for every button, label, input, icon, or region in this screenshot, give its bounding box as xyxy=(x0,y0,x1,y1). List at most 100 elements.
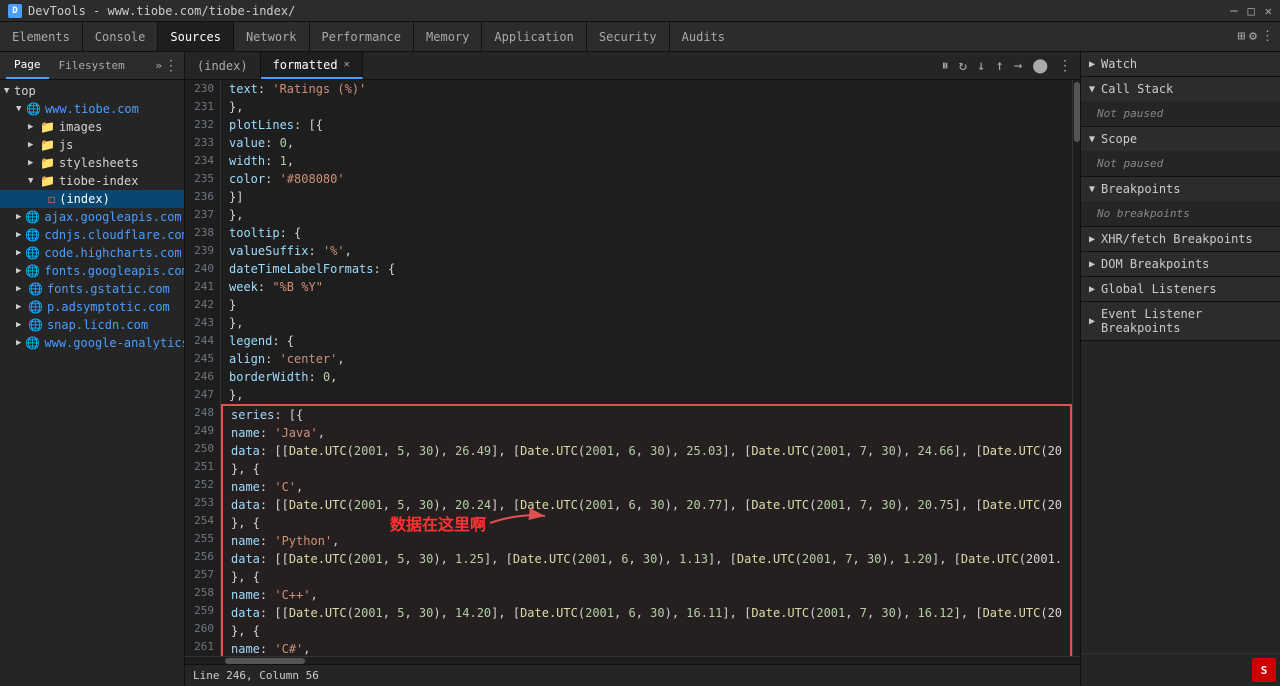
tree-item-index-file[interactable]: ◻ (index) xyxy=(0,190,184,208)
code-line-260: }, { xyxy=(231,622,1062,640)
step-out-btn[interactable]: ↑ xyxy=(991,56,1007,76)
sidebar-tab-page[interactable]: Page xyxy=(6,52,49,79)
file-tab-index[interactable]: (index) xyxy=(185,52,261,79)
tab-application[interactable]: Application xyxy=(482,22,586,51)
line-number-253: 253 xyxy=(189,494,214,512)
file-tab-bar: (index) formatted ✕ ⏸ ↻ ↓ ↑ → ⬤ ⋮ xyxy=(185,52,1080,80)
highlighted-block: series: [{ name: 'Java', data: [[Date.UT… xyxy=(221,404,1072,656)
tree-item-images[interactable]: ▶ 📁 images xyxy=(0,118,184,136)
more-tabs-btn[interactable]: » xyxy=(155,59,162,72)
tree-item-tiobe[interactable]: ▼ 🌐 www.tiobe.com xyxy=(0,100,184,118)
title-text: DevTools - www.tiobe.com/tiobe-index/ xyxy=(28,4,295,18)
tree-item-top[interactable]: ▼ top xyxy=(0,82,184,100)
tree-item-fonts-google[interactable]: ▶ 🌐 fonts.googleapis.com xyxy=(0,262,184,280)
close-btn[interactable]: ✕ xyxy=(1265,4,1272,18)
right-panel: ▶ Watch ▼ Call Stack Not paused ▼ Scope … xyxy=(1080,52,1280,686)
line-number-259: 259 xyxy=(189,602,214,620)
panel-header-global[interactable]: ▶ Global Listeners xyxy=(1081,277,1280,301)
panel-section-event: ▶ Event Listener Breakpoints xyxy=(1081,302,1280,341)
vertical-scrollbar[interactable] xyxy=(1072,80,1080,656)
code-line-243: }, xyxy=(229,314,1064,332)
line-number-244: 244 xyxy=(189,332,214,350)
devtools-icon: D xyxy=(8,4,22,18)
dock-btn[interactable]: ⊞ xyxy=(1237,29,1245,44)
line-number-247: 247 xyxy=(189,386,214,404)
tab-audits[interactable]: Audits xyxy=(670,22,737,51)
tab-elements[interactable]: Elements xyxy=(0,22,83,51)
panel-section-scope: ▼ Scope Not paused xyxy=(1081,127,1280,177)
tree-item-stylesheets[interactable]: ▶ 📁 stylesheets xyxy=(0,154,184,172)
file-tab-close-icon[interactable]: ✕ xyxy=(344,59,350,70)
tab-memory[interactable]: Memory xyxy=(414,22,482,51)
minimize-btn[interactable]: ─ xyxy=(1230,4,1237,18)
settings-btn[interactable]: ⚙ xyxy=(1249,29,1257,44)
line-number-255: 255 xyxy=(189,530,214,548)
tab-performance[interactable]: Performance xyxy=(310,22,414,51)
code-line-258: name: 'C++', xyxy=(231,586,1062,604)
callstack-expand-icon: ▼ xyxy=(1089,84,1095,95)
sidebar-tab-filesystem[interactable]: Filesystem xyxy=(51,52,133,79)
pause-btn[interactable]: ⏸ xyxy=(938,56,953,76)
line-number-241: 241 xyxy=(189,278,214,296)
panel-section-dom: ▶ DOM Breakpoints xyxy=(1081,252,1280,277)
tab-network[interactable]: Network xyxy=(234,22,310,51)
line-number-261: 261 xyxy=(189,638,214,656)
deactivate-btn[interactable]: ⬤ xyxy=(1028,56,1052,76)
line-number-260: 260 xyxy=(189,620,214,638)
tree-item-fonts-gstatic[interactable]: ▶ 🌐 fonts.gstatic.com xyxy=(0,280,184,298)
code-line-238: tooltip: { xyxy=(229,224,1064,242)
more-editor-btn[interactable]: ⋮ xyxy=(1054,56,1076,76)
panel-header-watch[interactable]: ▶ Watch xyxy=(1081,52,1280,76)
tree-item-js[interactable]: ▶ 📁 js xyxy=(0,136,184,154)
left-sidebar: Page Filesystem » ⋮ ▼ top ▼ 🌐 www.tiobe.… xyxy=(0,52,185,686)
code-line-245: align: 'center', xyxy=(229,350,1064,368)
line-number-257: 257 xyxy=(189,566,214,584)
code-content[interactable]: text: 'Ratings (%)' }, plotLines: [{ val… xyxy=(221,80,1072,656)
sidebar-menu-btn[interactable]: ⋮ xyxy=(164,58,178,74)
panel-header-scope[interactable]: ▼ Scope xyxy=(1081,127,1280,151)
more-btn[interactable]: ⋮ xyxy=(1261,29,1274,44)
main-toolbar: Elements Console Sources Network Perform… xyxy=(0,22,1280,52)
code-line-240: dateTimeLabelFormats: { xyxy=(229,260,1064,278)
code-line-230: text: 'Ratings (%)' xyxy=(229,80,1064,98)
line-number-250: 250 xyxy=(189,440,214,458)
tree-item-snaplicdn[interactable]: ▶ 🌐 snap.licdn.com xyxy=(0,316,184,334)
panel-header-callstack[interactable]: ▼ Call Stack xyxy=(1081,77,1280,101)
code-line-256: data: [[Date.UTC(2001, 5, 30), 1.25], [D… xyxy=(231,550,1062,568)
sidebar-toolbar: Page Filesystem » ⋮ xyxy=(0,52,184,80)
tree-item-highcharts[interactable]: ▶ 🌐 code.highcharts.com xyxy=(0,244,184,262)
step-into-btn[interactable]: ↓ xyxy=(973,56,989,76)
line-number-234: 234 xyxy=(189,152,214,170)
panel-header-breakpoints[interactable]: ▼ Breakpoints xyxy=(1081,177,1280,201)
panel-header-xhr[interactable]: ▶ XHR/fetch Breakpoints xyxy=(1081,227,1280,251)
breakpoints-content: No breakpoints xyxy=(1081,201,1280,226)
tree-item-google-analytics[interactable]: ▶ 🌐 www.google-analytics.com xyxy=(0,334,184,352)
code-line-251: }, { xyxy=(231,460,1062,478)
line-number-230: 230 xyxy=(189,80,214,98)
maximize-btn[interactable]: □ xyxy=(1248,4,1255,18)
tree-item-padsymptotic[interactable]: ▶ 🌐 p.adsymptotic.com xyxy=(0,298,184,316)
panel-header-dom[interactable]: ▶ DOM Breakpoints xyxy=(1081,252,1280,276)
code-line-255: name: 'Python', xyxy=(231,532,1062,550)
tree-item-tiobe-index[interactable]: ▼ 📁 tiobe-index xyxy=(0,172,184,190)
scope-expand-icon: ▼ xyxy=(1089,134,1095,145)
file-tab-formatted[interactable]: formatted ✕ xyxy=(261,52,363,79)
code-line-252: name: 'C', xyxy=(231,478,1062,496)
tab-console[interactable]: Console xyxy=(83,22,159,51)
step-btn[interactable]: → xyxy=(1010,56,1026,76)
tab-sources[interactable]: Sources xyxy=(158,22,234,51)
tab-security[interactable]: Security xyxy=(587,22,670,51)
code-line-250: data: [[Date.UTC(2001, 5, 30), 26.49], [… xyxy=(231,442,1062,460)
panel-header-event[interactable]: ▶ Event Listener Breakpoints xyxy=(1081,302,1280,340)
line-number-252: 252 xyxy=(189,476,214,494)
tree-item-ajax[interactable]: ▶ 🌐 ajax.googleapis.com xyxy=(0,208,184,226)
horizontal-scrollbar[interactable] xyxy=(185,656,1080,664)
code-line-261: name: 'C#', xyxy=(231,640,1062,656)
step-over-btn[interactable]: ↻ xyxy=(955,56,971,76)
code-line-244: legend: { xyxy=(229,332,1064,350)
line-number-232: 232 xyxy=(189,116,214,134)
file-tree: ▼ top ▼ 🌐 www.tiobe.com ▶ 📁 images ▶ 📁 j… xyxy=(0,80,184,686)
line-number-239: 239 xyxy=(189,242,214,260)
tree-item-cdnjs[interactable]: ▶ 🌐 cdnjs.cloudflare.com xyxy=(0,226,184,244)
global-label: Global Listeners xyxy=(1101,282,1217,296)
